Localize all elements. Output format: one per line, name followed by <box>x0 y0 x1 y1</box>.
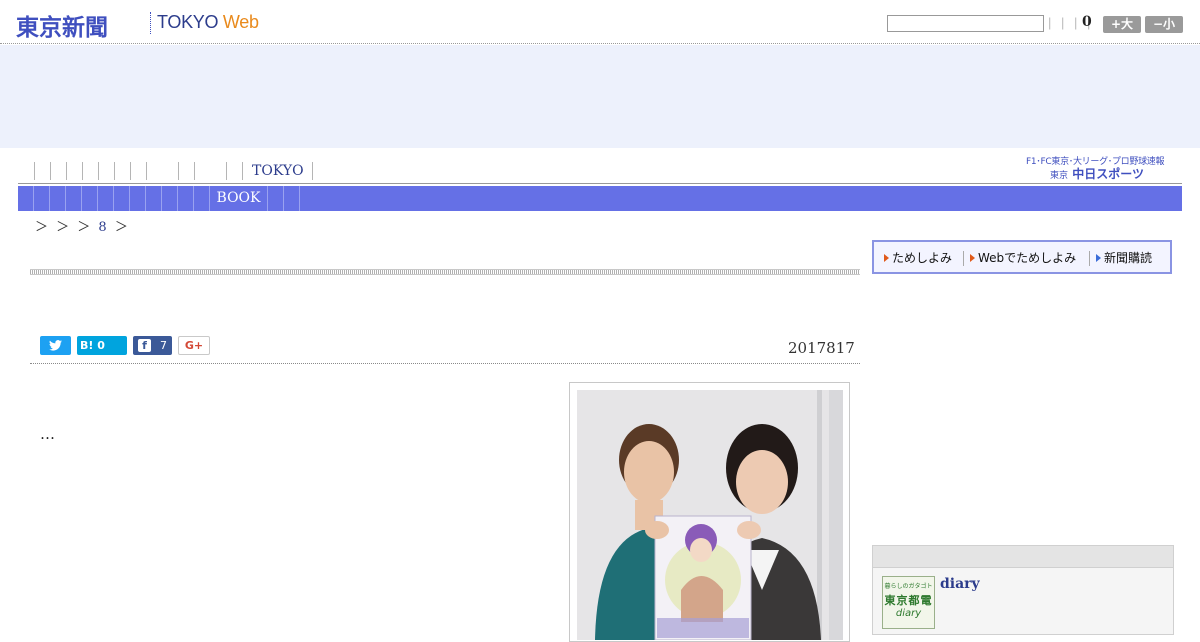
hatena-bookmark-icon: B! <box>80 339 94 352</box>
nav-item[interactable] <box>195 162 227 180</box>
site-header: 東京新聞 TOKYO Web | | | | 0 +大 −小 <box>0 0 1200 44</box>
nav-item[interactable] <box>179 162 195 180</box>
sports-ad-prefix: 東京 <box>1050 171 1069 181</box>
nav-item-tokyo[interactable]: TOKYO <box>243 162 313 180</box>
subnav-item[interactable] <box>98 186 114 211</box>
breadcrumb-separators: ＞ ＞ ＞ <box>35 220 91 235</box>
facebook-share-button[interactable]: f 7 <box>133 336 172 355</box>
toden-diary-logo[interactable]: 暮らしのガタゴト 東京都電 diary <box>882 576 935 629</box>
promo-divider <box>963 251 964 266</box>
subnav-item[interactable] <box>268 186 284 211</box>
badge-line1: 暮らしのガタゴト <box>884 583 933 590</box>
primary-nav: TOKYO <box>18 158 1182 184</box>
logo-tokyo-text: TOKYO <box>157 12 219 32</box>
subnav-item[interactable] <box>114 186 130 211</box>
font-larger-button[interactable]: +大 <box>1103 16 1141 33</box>
logo-web-text: Web <box>222 12 259 32</box>
subscription-promo-box: ためしよみ Webでためしよみ 新聞購読 <box>872 240 1172 274</box>
subnav-item[interactable] <box>50 186 66 211</box>
trial-read-link[interactable]: ためしよみ <box>882 250 952 266</box>
top-ad-banner <box>0 45 1200 148</box>
hatena-count: 0 <box>97 339 105 352</box>
nav-item[interactable] <box>99 162 115 180</box>
article-body: … <box>40 425 55 443</box>
subnav-item[interactable] <box>18 186 34 211</box>
widget-header <box>873 546 1173 568</box>
subnav-item[interactable] <box>194 186 210 211</box>
result-count: 0 <box>1082 14 1092 30</box>
subnav-item[interactable] <box>34 186 50 211</box>
google-plus-button[interactable]: G+ <box>178 336 210 355</box>
subscribe-link[interactable]: 新聞購読 <box>1094 250 1152 266</box>
nav-item[interactable] <box>115 162 131 180</box>
subnav-item[interactable] <box>284 186 300 211</box>
hatena-bookmark-button[interactable]: B! 0 <box>77 336 127 355</box>
subnav-item[interactable] <box>130 186 146 211</box>
twitter-share-button[interactable] <box>40 336 71 355</box>
breadcrumb: ＞ ＞ ＞ 8 ＞ <box>35 216 128 235</box>
nav-item[interactable] <box>147 162 179 180</box>
badge-line3: diary <box>895 608 922 619</box>
nav-item[interactable] <box>83 162 99 180</box>
promo-divider <box>1089 251 1090 266</box>
tokyo-web-logo[interactable]: TOKYO Web <box>157 12 259 33</box>
secondary-nav: BOOK <box>18 186 1182 211</box>
facebook-f-icon: f <box>138 339 151 352</box>
badge-line2: 東京都電 <box>884 594 933 607</box>
sports-ad-brand: 中日スポーツ <box>1072 167 1144 181</box>
subnav-item-book[interactable]: BOOK <box>210 186 268 211</box>
diary-widget: 暮らしのガタゴト 東京都電 diary diary <box>872 545 1174 635</box>
nav-item[interactable] <box>35 162 51 180</box>
search-input[interactable] <box>887 15 1044 32</box>
subnav-item[interactable] <box>178 186 194 211</box>
diary-title-link[interactable]: diary <box>940 576 980 592</box>
subnav-item[interactable] <box>82 186 98 211</box>
subnav-item[interactable] <box>162 186 178 211</box>
meta-divider <box>30 363 860 364</box>
site-logo[interactable]: 東京新聞 <box>16 8 108 42</box>
nav-item[interactable] <box>51 162 67 180</box>
breadcrumb-separator: ＞ <box>114 220 128 235</box>
web-trial-read-link[interactable]: Webでためしよみ <box>968 250 1076 266</box>
subnav-item[interactable] <box>146 186 162 211</box>
article-photo[interactable] <box>577 390 843 640</box>
article-photo-frame <box>569 382 850 642</box>
nav-item[interactable] <box>227 162 243 180</box>
title-divider <box>30 269 860 275</box>
facebook-count: 7 <box>160 339 167 352</box>
chunichi-sports-logo[interactable]: 東京 中日スポーツ <box>1050 165 1144 182</box>
breadcrumb-page-link[interactable]: 8 <box>98 220 106 235</box>
font-smaller-button[interactable]: −小 <box>1145 16 1183 33</box>
twitter-bird-icon <box>49 340 62 351</box>
logo-divider <box>150 12 151 34</box>
nav-item[interactable] <box>67 162 83 180</box>
subnav-item[interactable] <box>66 186 82 211</box>
article-date: 2017817 <box>788 339 855 357</box>
photo-two-women-holding-book-icon <box>577 390 843 640</box>
nav-item[interactable] <box>131 162 147 180</box>
